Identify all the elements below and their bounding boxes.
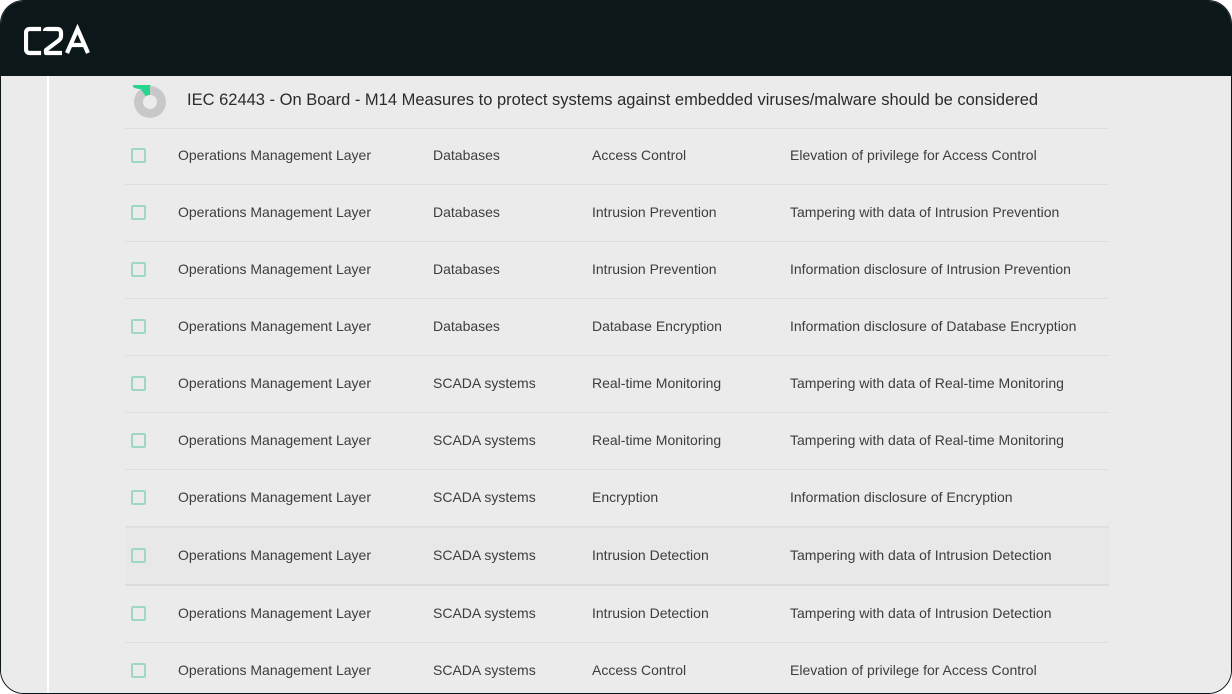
- asset-cell: Databases: [433, 204, 500, 220]
- progress-pie-icon: [124, 57, 167, 119]
- table-row[interactable]: Operations Management Layer SCADA systems…: [125, 527, 1109, 586]
- row-checkbox[interactable]: [131, 205, 146, 220]
- threat-cell: Information disclosure of Intrusion Prev…: [790, 261, 1071, 277]
- layer-cell: Operations Management Layer: [178, 375, 371, 391]
- control-cell: Real-time Monitoring: [592, 432, 722, 448]
- control-cell: Access Control: [592, 662, 687, 678]
- control-cell: Access Control: [592, 147, 687, 163]
- asset-cell: SCADA systems: [433, 605, 536, 621]
- layer-cell: Operations Management Layer: [178, 489, 371, 505]
- layer-cell: Operations Management Layer: [178, 147, 371, 163]
- requirement-title: IEC 62443 - On Board - M14 Measures to p…: [187, 91, 1039, 109]
- row-checkbox[interactable]: [131, 262, 146, 277]
- control-cell: Encryption: [592, 489, 659, 505]
- row-checkbox[interactable]: [131, 663, 146, 678]
- pie-center: [143, 95, 157, 109]
- table-row[interactable]: Operations Management Layer SCADA systems…: [125, 470, 1109, 527]
- layer-cell: Operations Management Layer: [178, 318, 371, 334]
- app-window: IEC 62443 - On Board - M14 Measures to p…: [0, 0, 1232, 694]
- asset-cell: SCADA systems: [433, 547, 536, 563]
- asset-cell: Databases: [433, 261, 500, 277]
- threat-cell: Tampering with data of Intrusion Detecti…: [790, 605, 1052, 621]
- table-row[interactable]: Operations Management Layer Databases Acce…: [125, 128, 1109, 185]
- row-checkbox[interactable]: [131, 490, 146, 505]
- threat-cell: Information disclosure of Encryption: [790, 489, 1013, 505]
- left-divider: [47, 76, 49, 693]
- row-checkbox[interactable]: [131, 376, 146, 391]
- asset-cell: Databases: [433, 147, 500, 163]
- control-cell: Intrusion Prevention: [592, 204, 717, 220]
- asset-cell: SCADA systems: [433, 489, 536, 505]
- threat-cell: Tampering with data of Intrusion Detecti…: [790, 547, 1052, 563]
- row-checkbox[interactable]: [131, 548, 146, 563]
- control-cell: Database Encryption: [592, 318, 722, 334]
- requirement-header[interactable]: IEC 62443 - On Board - M14 Measures to p…: [124, 57, 1109, 129]
- layer-cell: Operations Management Layer: [178, 204, 371, 220]
- row-checkbox[interactable]: [131, 606, 146, 621]
- layer-cell: Operations Management Layer: [178, 261, 371, 277]
- threat-cell: Tampering with data of Intrusion Prevent…: [790, 204, 1060, 220]
- table-row[interactable]: Operations Management Layer SCADA systems…: [125, 356, 1109, 413]
- row-checkbox[interactable]: [131, 148, 146, 163]
- threat-cell: Tampering with data of Real-time Monitor…: [790, 432, 1064, 448]
- threat-cell: Information disclosure of Database Encry…: [790, 318, 1077, 334]
- asset-cell: SCADA systems: [433, 432, 536, 448]
- layer-cell: Operations Management Layer: [178, 432, 371, 448]
- c2a-logo[interactable]: [24, 21, 94, 61]
- table-row[interactable]: Operations Management Layer Databases Intr…: [125, 185, 1109, 242]
- asset-cell: Databases: [433, 318, 500, 334]
- asset-cell: SCADA systems: [433, 375, 536, 391]
- control-cell: Intrusion Detection: [592, 547, 709, 563]
- control-cell: Intrusion Prevention: [592, 261, 717, 277]
- table-row[interactable]: Operations Management Layer Databases Intr…: [125, 242, 1109, 299]
- layer-cell: Operations Management Layer: [178, 605, 371, 621]
- row-checkbox[interactable]: [131, 319, 146, 334]
- threat-list: Operations Management Layer Databases Acce…: [125, 128, 1109, 693]
- main-content: IEC 62443 - On Board - M14 Measures to p…: [1, 57, 1231, 693]
- threat-cell: Tampering with data of Real-time Monitor…: [790, 375, 1064, 391]
- table-row[interactable]: Operations Management Layer SCADA systems…: [125, 643, 1109, 693]
- layer-cell: Operations Management Layer: [178, 662, 371, 678]
- row-checkbox[interactable]: [131, 433, 146, 448]
- threat-cell: Elevation of privilege for Access Contro…: [790, 147, 1037, 163]
- table-row[interactable]: Operations Management Layer SCADA systems…: [125, 413, 1109, 470]
- table-row[interactable]: Operations Management Layer Databases Data…: [125, 299, 1109, 356]
- table-row[interactable]: Operations Management Layer SCADA systems…: [125, 586, 1109, 643]
- asset-cell: SCADA systems: [433, 662, 536, 678]
- threat-cell: Elevation of privilege for Access Contro…: [790, 662, 1037, 678]
- layer-cell: Operations Management Layer: [178, 547, 371, 563]
- control-cell: Intrusion Detection: [592, 605, 709, 621]
- top-bar: [1, 1, 1231, 76]
- control-cell: Real-time Monitoring: [592, 375, 722, 391]
